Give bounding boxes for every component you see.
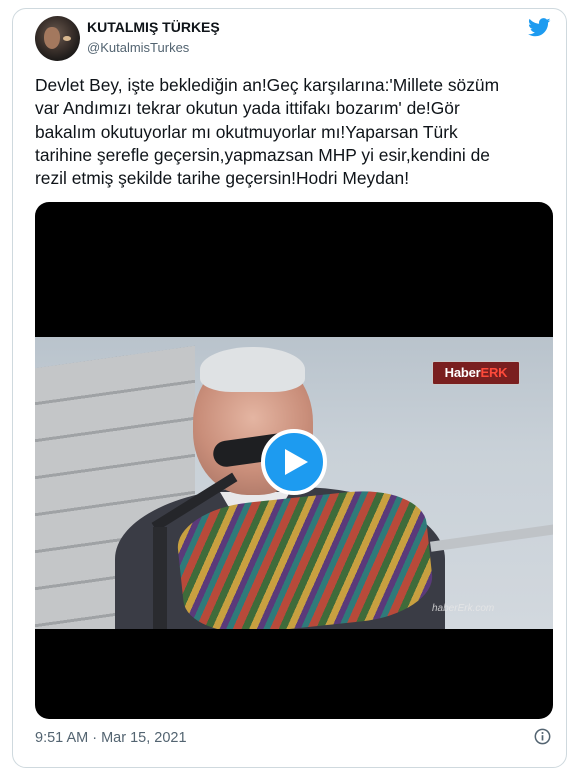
microphone-pole: [153, 527, 167, 629]
tweet-line: rezil etmiş şekilde tarihe geçersin!Hodr…: [35, 168, 410, 189]
video-player[interactable]: HaberERK haberErk.com: [35, 202, 553, 719]
play-icon: [285, 449, 308, 475]
railing: [429, 522, 553, 552]
channel-logo: HaberERK: [432, 361, 520, 385]
author-name[interactable]: KUTALMIŞ TÜRKEŞ: [87, 19, 220, 35]
tweet-line: bakalım okutuyorlar mı okutmuyorlar mı!Y…: [35, 121, 458, 142]
tweet-text: Devlet Bey, işte beklediğin an!Geç karşı…: [35, 74, 555, 190]
speaker-hair: [200, 347, 305, 392]
author-handle[interactable]: @KutalmisTurkes: [87, 40, 189, 55]
tweet-line: Devlet Bey, işte beklediğin an!Geç karşı…: [35, 75, 500, 95]
tweet-line: tarihine şerefle geçersin,yapmazsan MHP …: [35, 144, 490, 165]
logo-suffix: ERK: [480, 365, 508, 380]
play-button[interactable]: [261, 429, 327, 495]
twitter-bird-icon[interactable]: [528, 18, 551, 37]
avatar[interactable]: [35, 16, 80, 61]
logo-prefix: Haber: [444, 365, 481, 380]
video-watermark: haberErk.com: [432, 603, 495, 614]
avatar-highlight: [63, 36, 71, 41]
avatar-face: [44, 27, 60, 49]
tweet-line: var Andımızı tekrar okutun yada ittifakı…: [35, 98, 460, 119]
info-icon[interactable]: [534, 728, 551, 745]
tweet-timestamp[interactable]: 9:51 AM · Mar 15, 2021: [35, 730, 187, 746]
